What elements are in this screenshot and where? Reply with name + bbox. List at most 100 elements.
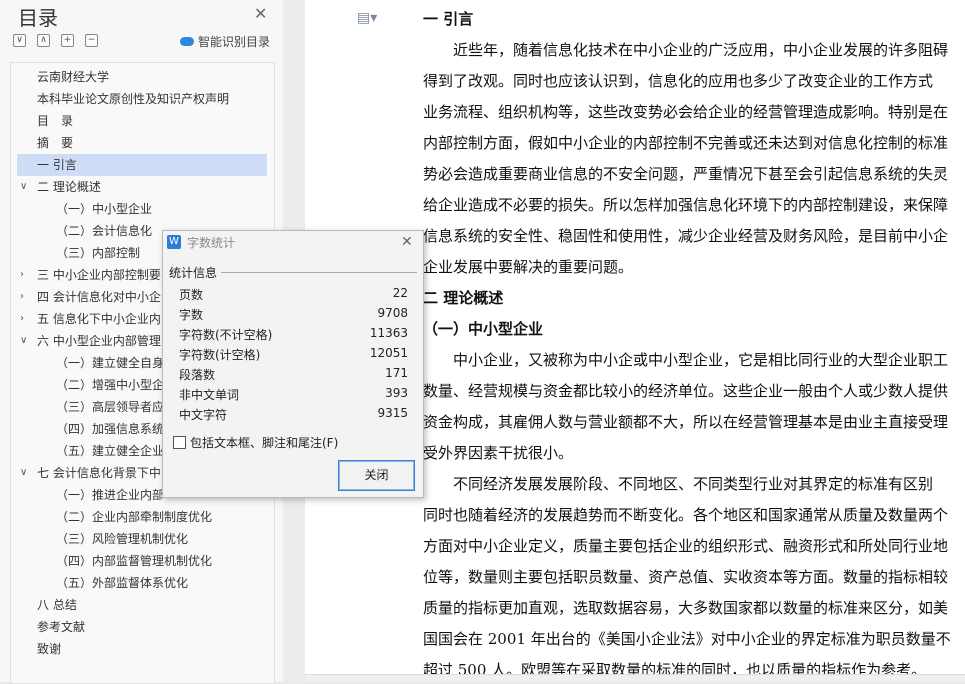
toc-item-label: 目 录 (37, 114, 74, 128)
toc-item-label: （一）中小型企业 (56, 202, 153, 216)
stat-label: 中文字符 (179, 408, 228, 422)
document-line: 得到了改观。同时也应该认识到，信息化的应用也多少了改变企业的工作方式 (423, 72, 934, 90)
document-heading: 一 引言 (423, 10, 474, 28)
toc-item-label: （三）内部控制 (56, 246, 141, 260)
remove-heading-icon[interactable]: − (85, 34, 98, 47)
stat-value: 12051 (369, 346, 408, 360)
chevron-down-icon[interactable]: ∨ (20, 330, 27, 352)
document-line: 中小企业，又被称为中小企或中小型企业，它是相比同行业的大型企业职工 (423, 351, 949, 369)
document-line: 给企业造成不必要的损失。所以怎样加强信息化环境下的内部控制建设，来保障 (423, 196, 949, 214)
toc-item[interactable]: 一 引言 (17, 154, 267, 176)
stat-value: 11363 (369, 326, 408, 340)
stat-value: 9315 (377, 406, 408, 420)
app-logo-icon: W (167, 235, 181, 249)
toc-item[interactable]: 摘 要 (11, 132, 274, 154)
toc-item-label: （三）风险管理机制优化 (56, 532, 189, 546)
toc-item-label: 摘 要 (37, 136, 74, 150)
toc-item-label: （三）高层领导者应 (56, 400, 165, 414)
horizontal-scrollbar[interactable] (305, 674, 965, 682)
toc-item-label: 四 会计信息化对中小企 (37, 290, 161, 304)
dialog-title: 字数统计 (187, 236, 236, 250)
toc-item-label: （二）企业内部牵制制度优化 (56, 510, 213, 524)
document-line: 信息系统的安全性、稳固性和使用性，减少企业经营及财务风险，是目前中小企 (423, 227, 949, 245)
chevron-down-icon[interactable]: ∨ (20, 176, 27, 198)
toc-item-label: 致谢 (37, 642, 62, 656)
expand-all-icon[interactable]: ∨ (13, 34, 26, 47)
toc-item-label: 三 中小企业内部控制要 (37, 268, 161, 282)
toc-title: 目录 (18, 6, 58, 30)
toc-item[interactable]: 云南财经大学 (11, 66, 274, 88)
stat-label: 非中文单词 (179, 388, 240, 402)
include-textbox-label[interactable]: 包括文本框、脚注和尾注(F) (190, 434, 338, 451)
include-textbox-checkbox[interactable] (173, 436, 186, 449)
toc-item-label: （二）增强中小型企 (56, 378, 165, 392)
toc-item[interactable]: （五）外部监督体系优化 (11, 572, 274, 594)
document-line: 资金构成，其雇佣人数与营业额都不大，所以在经营管理基本是由业主直接受理 (423, 413, 949, 431)
stat-value: 9708 (377, 306, 408, 320)
document-line: 方面对中小企业定义，质量主要包括企业的组织形式、融资形式和所处同行业地 (423, 537, 949, 555)
toc-item-label: （五）建立健全企业 (56, 444, 165, 458)
toc-item-label: （二）会计信息化 (56, 224, 153, 238)
toc-item[interactable]: （一）中小型企业 (11, 198, 274, 220)
toc-item[interactable]: 本科毕业论文原创性及知识产权声明 (11, 88, 274, 110)
stat-value: 22 (392, 286, 408, 300)
smart-toc-button[interactable]: 智能识别目录 (180, 33, 270, 50)
smart-toc-label: 智能识别目录 (198, 35, 271, 49)
close-button[interactable]: 关闭 (338, 460, 415, 491)
toc-item-label: 六 中小型企业内部管理 (37, 334, 161, 348)
toc-item-label: 一 引言 (37, 158, 77, 172)
toc-item-label: 五 信息化下中小企业内 (37, 312, 161, 326)
toc-item-label: 云南财经大学 (37, 70, 110, 84)
chevron-right-icon[interactable]: › (20, 308, 24, 330)
add-heading-icon[interactable]: + (61, 34, 74, 47)
stat-value: 393 (385, 386, 408, 400)
toc-item-label: （四）内部监督管理机制优化 (56, 554, 213, 568)
document-line: 质量的指标更加直观，选取数据容易，大多数国家都以数量的标准来区分，如美 (423, 599, 949, 617)
toc-item[interactable]: ∨ 二 理论概述 (11, 176, 274, 198)
toc-item[interactable]: （二）企业内部牵制制度优化 (11, 506, 274, 528)
toc-item[interactable]: 参考文献 (11, 616, 274, 638)
section-divider (221, 272, 417, 273)
toc-item-label: （五）外部监督体系优化 (56, 576, 189, 590)
toc-item-label: 二 理论概述 (37, 180, 101, 194)
page-icon[interactable]: ▤▾ (357, 10, 377, 26)
document-heading: （一）中小型企业 (423, 320, 544, 338)
stat-label: 字数 (179, 308, 204, 322)
document-line: 同时也随着经济的发展趋势而不断变化。各个地区和国家通常从质量及数量两个 (423, 506, 949, 524)
close-icon[interactable]: ✕ (254, 4, 267, 23)
toc-item[interactable]: 致谢 (11, 638, 274, 660)
stat-label: 字符数(计空格) (179, 348, 261, 362)
toc-item-label: 本科毕业论文原创性及知识产权声明 (37, 92, 230, 106)
toc-item[interactable]: （三）风险管理机制优化 (11, 528, 274, 550)
stat-label: 字符数(不计空格) (179, 328, 273, 342)
chevron-right-icon[interactable]: › (20, 264, 24, 286)
document-line: 内部控制方面，假如中小企业的内部控制不完善或还未达到对信息化控制的标准 (423, 134, 949, 152)
document-line: 位等，数量则主要包括职员数量、资产总值、实收资本等方面。数量的指标相较 (423, 568, 949, 586)
chevron-down-icon[interactable]: ∨ (20, 462, 27, 484)
stat-label: 页数 (179, 288, 204, 302)
document-line: 势必会造成重要商业信息的不安全问题，严重情况下甚至会引起信息系统的失灵 (423, 165, 949, 183)
chevron-right-icon[interactable]: › (20, 286, 24, 308)
toc-item[interactable]: 八 总结 (11, 594, 274, 616)
collapse-all-icon[interactable]: ∧ (37, 34, 50, 47)
stats-section-label: 统计信息 (169, 266, 218, 280)
document-line: 近些年，随着信息化技术在中小企业的广泛应用，中小企业发展的许多阻碍 (423, 41, 949, 59)
toc-item-label: （四）加强信息系统 (56, 422, 165, 436)
toc-item-label: 参考文献 (37, 620, 86, 634)
cloud-icon (180, 37, 194, 46)
stat-label: 段落数 (179, 368, 216, 382)
document-line: 不同经济发展发展阶段、不同地区、不同类型行业对其界定的标准有区别 (423, 475, 934, 493)
document-line: 国国会在 2001 年出台的《美国小企业法》对中小企业的界定标准为职员数量不 (423, 630, 951, 648)
document-line: 业务流程、组织机构等，这些改变势必会给企业的经营管理造成影响。特别是在 (423, 103, 949, 121)
document-line: 受外界因素干扰很小。 (423, 444, 574, 462)
word-count-dialog: W 字数统计 ✕ 统计信息 页数 22 字数 9708 字符数(不计空格) 11363 字符… (162, 230, 424, 498)
document-line: 企业发展中要解决的重要问题。 (423, 258, 634, 276)
stat-value: 171 (385, 366, 408, 380)
toc-item-label: （一）建立健全自身 (56, 356, 165, 370)
document-line: 数量、经营规模与资金都比较小的经济单位。这些企业一般由个人或少数人提供 (423, 382, 949, 400)
dialog-close-icon[interactable]: ✕ (401, 234, 413, 250)
toc-item[interactable]: 目 录 (11, 110, 274, 132)
toc-item[interactable]: （四）内部监督管理机制优化 (11, 550, 274, 572)
toc-item-label: 七 会计信息化背景下中 (37, 466, 161, 480)
toc-item-label: （一）推进企业内部 (56, 488, 165, 502)
